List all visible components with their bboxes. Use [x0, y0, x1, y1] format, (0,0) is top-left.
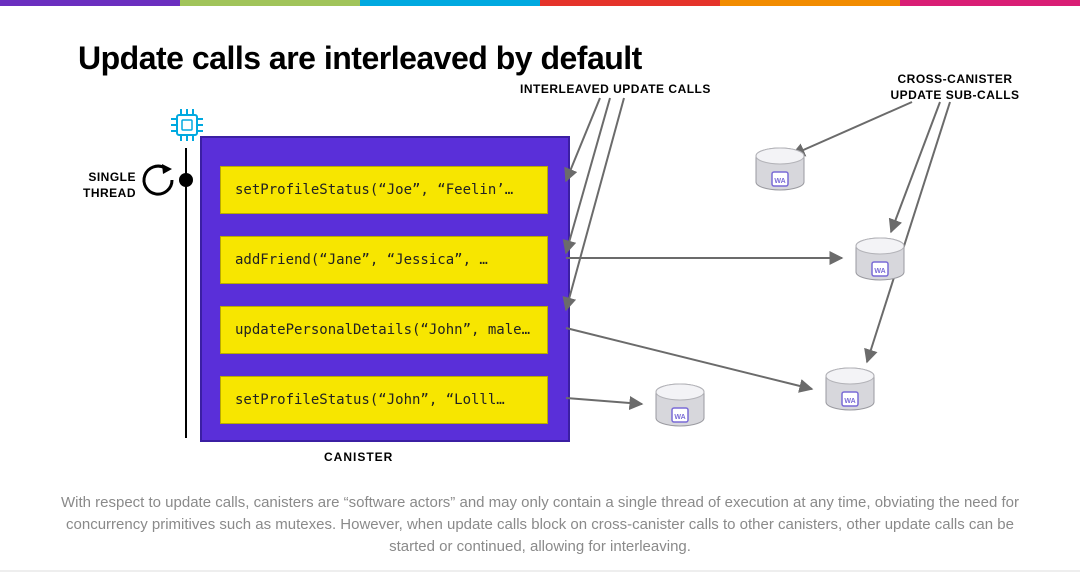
canister-db-icon-2: WA	[850, 232, 910, 292]
slide-description: With respect to update calls, canisters …	[60, 492, 1020, 557]
call-box-3: updatePersonalDetails(“John”, male…	[220, 306, 548, 354]
label-cross-canister-calls: CROSS-CANISTER UPDATE SUB-CALLS	[870, 72, 1040, 103]
svg-text:WA: WA	[774, 178, 785, 185]
canister-db-icon-3: WA	[820, 362, 880, 422]
svg-text:WA: WA	[874, 268, 885, 275]
loop-arrow-icon	[140, 162, 176, 198]
thread-dot-icon	[179, 173, 193, 187]
label-interleaved-calls: INTERLEAVED UPDATE CALLS	[520, 82, 711, 98]
label-canister: CANISTER	[324, 450, 393, 464]
label-single-thread: SINGLE THREAD	[76, 169, 136, 201]
thread-timeline-line	[185, 148, 187, 438]
call-box-4: setProfileStatus(“John”, “Lolll…	[220, 376, 548, 424]
canister-db-icon-1: WA	[750, 142, 810, 202]
top-color-bar	[0, 0, 1080, 6]
svg-text:WA: WA	[844, 398, 855, 405]
svg-text:WA: WA	[674, 414, 685, 421]
call-box-1: setProfileStatus(“Joe”, “Feelin’…	[220, 166, 548, 214]
call-box-2: addFriend(“Jane”, “Jessica”, …	[220, 236, 548, 284]
canister-container: setProfileStatus(“Joe”, “Feelin’… addFri…	[200, 136, 570, 442]
canister-db-icon-4: WA	[650, 378, 710, 438]
processor-chip-icon	[170, 108, 204, 147]
slide-title: Update calls are interleaved by default	[78, 40, 642, 77]
